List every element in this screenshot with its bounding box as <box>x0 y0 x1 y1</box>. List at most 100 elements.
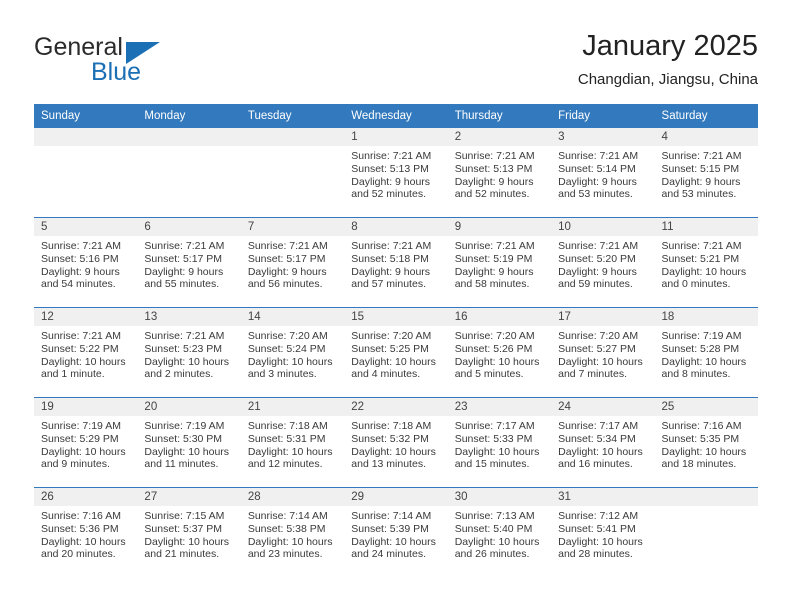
sunrise-text: Sunrise: 7:21 AM <box>351 150 432 162</box>
calendar-day-cell[interactable]: 18 Sunrise: 7:19 AM Sunset: 5:28 PM Dayligh… <box>654 307 758 398</box>
general-blue-logo: General Blue <box>34 34 264 90</box>
weekday-header-friday: Friday <box>551 104 655 128</box>
sunrise-text: Sunrise: 7:17 AM <box>558 420 639 432</box>
day-details: Sunrise: 7:21 AM Sunset: 5:15 PM Daylight:… <box>655 146 758 201</box>
calendar-day-cell[interactable]: 6 Sunrise: 7:21 AM Sunset: 5:17 PM Daylight… <box>137 217 241 308</box>
calendar-day-cell[interactable]: 28 Sunrise: 7:14 AM Sunset: 5:38 PM Dayligh… <box>240 487 345 577</box>
day-cell-inner: 14 Sunrise: 7:20 AM Sunset: 5:24 PM Dayligh… <box>240 308 345 397</box>
day-details: Sunrise: 7:20 AM Sunset: 5:27 PM Daylight:… <box>551 326 654 381</box>
sunrise-text: Sunrise: 7:15 AM <box>144 510 225 522</box>
day-number: 29 <box>344 488 448 506</box>
calendar-day-cell[interactable]: 22 Sunrise: 7:18 AM Sunset: 5:32 PM Dayligh… <box>344 397 448 488</box>
calendar-day-cell[interactable]: 12 Sunrise: 7:21 AM Sunset: 5:22 PM Dayligh… <box>34 307 138 398</box>
calendar-day-cell[interactable]: 25 Sunrise: 7:16 AM Sunset: 5:35 PM Dayligh… <box>654 397 758 488</box>
sunset-text: Sunset: 5:30 PM <box>144 432 223 445</box>
day-number: 25 <box>654 398 758 416</box>
sunrise-text: Sunrise: 7:21 AM <box>144 330 225 342</box>
daylight-text: Daylight: 10 hours and 4 minutes. <box>351 355 436 381</box>
day-details: Sunrise: 7:21 AM Sunset: 5:17 PM Daylight:… <box>241 236 344 291</box>
calendar-day-cell[interactable]: 8 Sunrise: 7:21 AM Sunset: 5:18 PM Daylight… <box>344 217 448 308</box>
day-number: 26 <box>34 488 138 506</box>
day-details: Sunrise: 7:19 AM Sunset: 5:28 PM Daylight:… <box>655 326 758 381</box>
calendar-day-cell[interactable]: 27 Sunrise: 7:15 AM Sunset: 5:37 PM Dayligh… <box>137 487 241 577</box>
daylight-text: Daylight: 9 hours and 55 minutes. <box>144 265 224 291</box>
day-details: Sunrise: 7:16 AM Sunset: 5:36 PM Daylight:… <box>34 506 137 561</box>
sunrise-text: Sunrise: 7:18 AM <box>247 420 328 432</box>
daylight-text: Daylight: 10 hours and 15 minutes. <box>454 445 540 471</box>
day-details: Sunrise: 7:20 AM Sunset: 5:24 PM Daylight:… <box>241 326 344 381</box>
day-cell-inner <box>654 488 758 577</box>
calendar-day-cell[interactable]: 14 Sunrise: 7:20 AM Sunset: 5:24 PM Dayligh… <box>240 307 345 398</box>
day-number: 6 <box>137 218 241 236</box>
day-number: 28 <box>240 488 345 506</box>
sunrise-text: Sunrise: 7:21 AM <box>454 150 535 162</box>
sunrise-text: Sunrise: 7:12 AM <box>558 510 639 522</box>
day-number: 17 <box>551 308 655 326</box>
day-details: Sunrise: 7:17 AM Sunset: 5:33 PM Daylight:… <box>448 416 551 471</box>
daylight-text: Daylight: 10 hours and 2 minutes. <box>144 355 230 381</box>
day-details: Sunrise: 7:20 AM Sunset: 5:26 PM Daylight:… <box>448 326 551 381</box>
calendar-day-cell[interactable]: 15 Sunrise: 7:20 AM Sunset: 5:25 PM Dayligh… <box>344 307 448 398</box>
calendar-day-cell[interactable]: 17 Sunrise: 7:20 AM Sunset: 5:27 PM Dayligh… <box>551 307 655 398</box>
daylight-text: Daylight: 10 hours and 7 minutes. <box>558 355 643 381</box>
daylight-text: Daylight: 9 hours and 56 minutes. <box>247 265 327 291</box>
calendar-day-cell[interactable]: 19 Sunrise: 7:19 AM Sunset: 5:29 PM Dayligh… <box>34 397 138 488</box>
day-cell-inner: 12 Sunrise: 7:21 AM Sunset: 5:22 PM Dayligh… <box>34 308 138 397</box>
calendar-day-cell[interactable]: 31 Sunrise: 7:12 AM Sunset: 5:41 PM Dayligh… <box>551 487 655 577</box>
calendar-day-cell[interactable]: 20 Sunrise: 7:19 AM Sunset: 5:30 PM Dayligh… <box>137 397 241 488</box>
logo-slash-divider <box>80 58 92 86</box>
sunset-text: Sunset: 5:31 PM <box>247 432 326 445</box>
day-details: Sunrise: 7:14 AM Sunset: 5:39 PM Daylight:… <box>344 506 447 561</box>
sunset-text: Sunset: 5:25 PM <box>351 342 429 355</box>
sunrise-text: Sunrise: 7:21 AM <box>454 240 535 252</box>
sunset-text: Sunset: 5:34 PM <box>558 432 636 445</box>
daylight-text: Daylight: 10 hours and 11 minutes. <box>144 445 230 471</box>
day-number: 23 <box>447 398 552 416</box>
calendar-day-cell[interactable]: 23 Sunrise: 7:17 AM Sunset: 5:33 PM Dayligh… <box>447 397 552 488</box>
daylight-text: Daylight: 10 hours and 13 minutes. <box>351 445 436 471</box>
sunset-text: Sunset: 5:13 PM <box>351 162 429 175</box>
calendar-day-cell[interactable]: 10 Sunrise: 7:21 AM Sunset: 5:20 PM Dayligh… <box>551 217 655 308</box>
daylight-text: Daylight: 10 hours and 5 minutes. <box>454 355 540 381</box>
day-details: Sunrise: 7:21 AM Sunset: 5:21 PM Daylight:… <box>655 236 758 291</box>
day-cell-inner: 29 Sunrise: 7:14 AM Sunset: 5:39 PM Dayligh… <box>344 488 448 577</box>
day-number: 22 <box>344 398 448 416</box>
sunset-text: Sunset: 5:17 PM <box>247 252 326 265</box>
calendar-day-cell[interactable]: 29 Sunrise: 7:14 AM Sunset: 5:39 PM Dayligh… <box>344 487 448 577</box>
day-details: Sunrise: 7:15 AM Sunset: 5:37 PM Daylight:… <box>137 506 240 561</box>
daylight-text: Daylight: 9 hours and 52 minutes. <box>454 175 534 201</box>
day-number: 30 <box>447 488 552 506</box>
calendar-day-cell[interactable]: 13 Sunrise: 7:21 AM Sunset: 5:23 PM Dayligh… <box>137 307 241 398</box>
calendar-day-cell[interactable]: 11 Sunrise: 7:21 AM Sunset: 5:21 PM Dayligh… <box>654 217 758 308</box>
calendar-day-cell[interactable]: 1 Sunrise: 7:21 AM Sunset: 5:13 PM Daylight… <box>344 128 448 218</box>
day-cell-inner <box>240 128 345 217</box>
calendar-day-cell[interactable]: 9 Sunrise: 7:21 AM Sunset: 5:19 PM Daylight… <box>447 217 552 308</box>
sunset-text: Sunset: 5:13 PM <box>454 162 533 175</box>
sunrise-text: Sunrise: 7:21 AM <box>351 240 432 252</box>
calendar-day-cell[interactable]: 3 Sunrise: 7:21 AM Sunset: 5:14 PM Daylight… <box>551 128 655 218</box>
day-details: Sunrise: 7:21 AM Sunset: 5:17 PM Daylight:… <box>137 236 240 291</box>
calendar-day-cell[interactable]: 4 Sunrise: 7:21 AM Sunset: 5:15 PM Daylight… <box>654 128 758 218</box>
day-cell-inner: 17 Sunrise: 7:20 AM Sunset: 5:27 PM Dayligh… <box>551 308 655 397</box>
day-number: 21 <box>240 398 345 416</box>
weekday-header-wednesday: Wednesday <box>344 104 448 128</box>
day-number: 9 <box>447 218 552 236</box>
calendar-day-cell[interactable]: 16 Sunrise: 7:20 AM Sunset: 5:26 PM Dayligh… <box>447 307 552 398</box>
calendar-day-cell[interactable]: 30 Sunrise: 7:13 AM Sunset: 5:40 PM Dayligh… <box>447 487 552 577</box>
day-number: 24 <box>551 398 655 416</box>
calendar-day-cell[interactable]: 7 Sunrise: 7:21 AM Sunset: 5:17 PM Daylight… <box>240 217 345 308</box>
calendar-day-cell[interactable]: 26 Sunrise: 7:16 AM Sunset: 5:36 PM Dayligh… <box>34 487 138 577</box>
calendar-day-cell[interactable]: 5 Sunrise: 7:21 AM Sunset: 5:16 PM Daylight… <box>34 217 138 308</box>
sunrise-text: Sunrise: 7:21 AM <box>558 150 639 162</box>
sunrise-text: Sunrise: 7:16 AM <box>41 510 121 522</box>
calendar-day-cell[interactable]: 21 Sunrise: 7:18 AM Sunset: 5:31 PM Dayligh… <box>240 397 345 488</box>
sunrise-text: Sunrise: 7:21 AM <box>661 240 742 252</box>
sunset-text: Sunset: 5:20 PM <box>558 252 636 265</box>
daylight-text: Daylight: 9 hours and 54 minutes. <box>41 265 120 291</box>
calendar-day-cell[interactable]: 24 Sunrise: 7:17 AM Sunset: 5:34 PM Dayligh… <box>551 397 655 488</box>
calendar-day-cell[interactable]: 2 Sunrise: 7:21 AM Sunset: 5:13 PM Daylight… <box>447 128 552 218</box>
sunrise-text: Sunrise: 7:14 AM <box>351 510 432 522</box>
day-cell-inner: 24 Sunrise: 7:17 AM Sunset: 5:34 PM Dayligh… <box>551 398 655 487</box>
daylight-text: Daylight: 10 hours and 0 minutes. <box>661 265 747 291</box>
day-cell-inner: 31 Sunrise: 7:12 AM Sunset: 5:41 PM Dayligh… <box>551 488 655 577</box>
